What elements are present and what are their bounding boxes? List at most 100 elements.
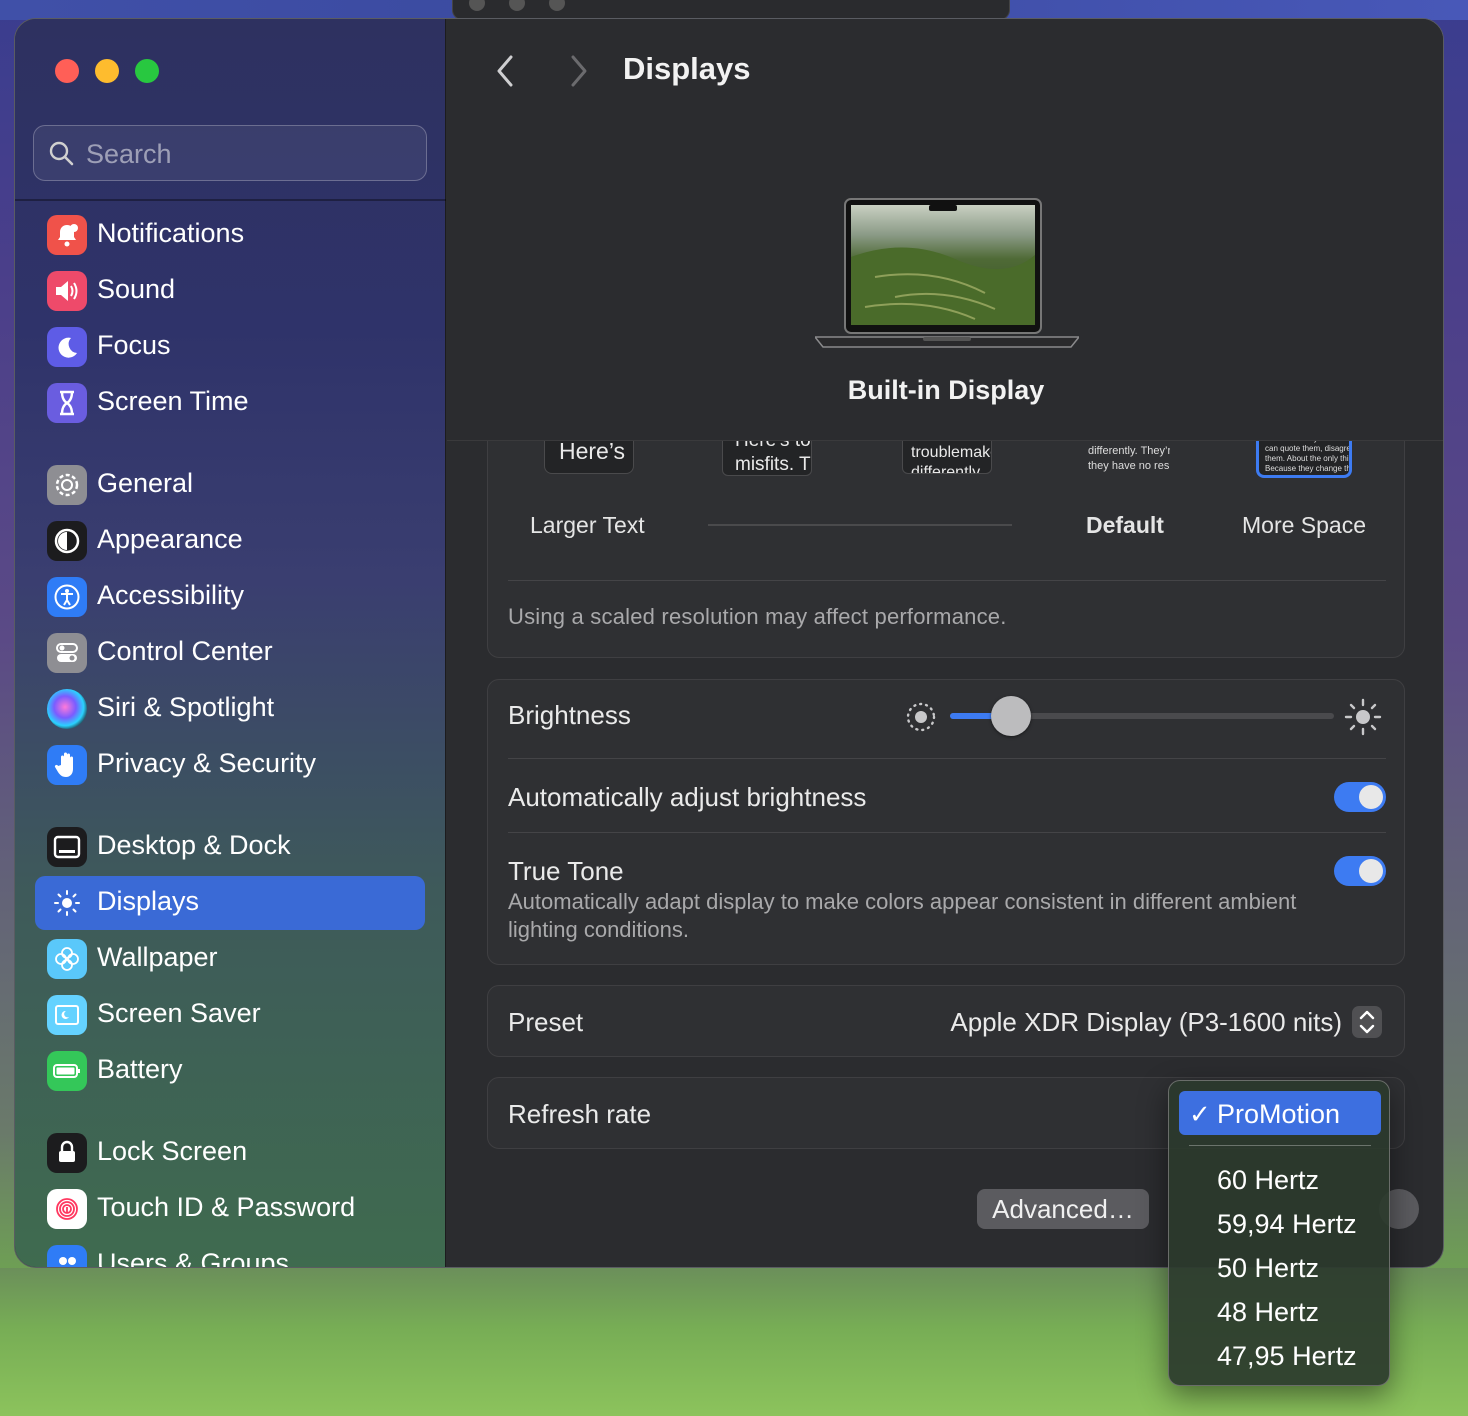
sidebar-item-label: Screen Saver — [97, 998, 261, 1028]
sidebar-item-label: Control Center — [97, 636, 273, 666]
refresh-rate-label: Refresh rate — [508, 1099, 652, 1129]
preset-popup-button[interactable] — [1352, 1006, 1382, 1038]
sidebar: Notifications Sound Focus Screen Time — [15, 19, 446, 1267]
advanced-button[interactable]: Advanced… — [977, 1189, 1149, 1229]
menu-item-50-hertz[interactable]: 50 Hertz — [1179, 1245, 1381, 1289]
brightness-label: Brightness — [508, 700, 631, 730]
menu-item-47-95-hertz[interactable]: 47,95 Hertz — [1179, 1333, 1381, 1377]
bg-window-button — [549, 0, 565, 11]
menu-item-promotion[interactable]: ✓ ProMotion — [1179, 1091, 1381, 1135]
row-divider — [508, 758, 1386, 759]
menu-item-label: 50 Hertz — [1217, 1253, 1320, 1283]
sun-small-icon — [906, 702, 936, 732]
minimize-window-button[interactable] — [95, 59, 119, 83]
background-window — [452, 0, 1010, 20]
search-icon — [49, 141, 74, 166]
sidebar-item-control-center[interactable]: Control Center — [35, 626, 425, 680]
sidebar-item-screen-saver[interactable]: Screen Saver — [35, 988, 425, 1042]
display-name: Built-in Display — [847, 375, 1045, 405]
sidebar-item-label: Wallpaper — [97, 942, 218, 972]
hand-icon — [47, 745, 87, 785]
screen-saver-icon — [47, 995, 87, 1035]
sidebar-item-label: Touch ID & Password — [97, 1192, 356, 1222]
auto-brightness-label: Automatically adjust brightness — [508, 782, 867, 812]
panel-divider — [508, 580, 1386, 581]
row-divider — [508, 832, 1386, 833]
sidebar-divider — [15, 199, 446, 201]
sidebar-item-siri-spotlight[interactable]: Siri & Spotlight — [35, 682, 425, 736]
laptop-display-image[interactable] — [815, 197, 1079, 353]
resolution-preview-text: Here’s — [559, 438, 626, 464]
hourglass-icon — [47, 383, 87, 423]
siri-icon — [47, 689, 87, 729]
sidebar-item-desktop-dock[interactable]: Desktop & Dock — [35, 820, 425, 874]
zoom-window-button[interactable] — [135, 59, 159, 83]
menu-item-59-94-hertz[interactable]: 59,94 Hertz — [1179, 1201, 1381, 1245]
sidebar-item-label: Focus — [97, 330, 171, 360]
sidebar-item-label: Lock Screen — [97, 1136, 248, 1166]
brightness-panel: Brightness Automatically adjust brightne… — [487, 679, 1405, 965]
sidebar-item-touch-id[interactable]: Touch ID & Password — [35, 1182, 425, 1236]
preset-label: Preset — [508, 1007, 584, 1037]
sidebar-item-label: Sound — [97, 274, 176, 304]
sidebar-item-screen-time[interactable]: Screen Time — [35, 376, 425, 430]
speaker-icon — [47, 271, 87, 311]
true-tone-toggle[interactable] — [1334, 856, 1386, 886]
sidebar-item-label: Accessibility — [97, 580, 245, 610]
battery-icon — [47, 1051, 87, 1091]
lock-icon — [47, 1133, 87, 1173]
preset-value[interactable]: Apple XDR Display (P3-1600 nits) — [950, 1007, 1342, 1038]
sidebar-item-label: Screen Time — [97, 386, 249, 416]
brightness-slider-knob[interactable] — [991, 696, 1031, 736]
moon-icon — [47, 327, 87, 367]
page-title: Displays — [623, 51, 751, 86]
menu-item-label: 59,94 Hertz — [1217, 1209, 1357, 1239]
true-tone-description: Automatically adapt display to make colo… — [508, 889, 1297, 942]
menu-separator — [1189, 1145, 1371, 1146]
refresh-rate-menu: ✓ ProMotion 60 Hertz 59,94 Hertz 50 Hert… — [1168, 1080, 1390, 1386]
auto-brightness-toggle[interactable] — [1334, 782, 1386, 812]
header: Displays Built-in Display — [447, 19, 1443, 441]
sidebar-item-focus[interactable]: Focus — [35, 320, 425, 374]
bg-window-button — [509, 0, 525, 11]
true-tone-label: True Tone — [508, 856, 624, 886]
sidebar-item-sound[interactable]: Sound — [35, 264, 425, 318]
sidebar-item-label: General — [97, 468, 194, 498]
menu-item-48-hertz[interactable]: 48 Hertz — [1179, 1289, 1381, 1333]
users-icon — [47, 1245, 87, 1267]
sidebar-item-battery[interactable]: Battery — [35, 1044, 425, 1098]
menu-item-60-hertz[interactable]: 60 Hertz — [1179, 1157, 1381, 1201]
search-field[interactable] — [33, 125, 427, 181]
sun-large-icon — [1344, 698, 1382, 736]
search-input[interactable] — [86, 134, 416, 174]
checkmark-icon: ✓ — [1189, 1099, 1211, 1129]
sidebar-item-general[interactable]: General — [35, 458, 425, 512]
appearance-icon — [47, 521, 87, 561]
sidebar-item-label: Battery — [97, 1054, 183, 1084]
sidebar-item-displays[interactable]: Displays — [35, 876, 425, 930]
menu-item-label: 60 Hertz — [1217, 1165, 1320, 1195]
sidebar-item-appearance[interactable]: Appearance — [35, 514, 425, 568]
brightness-slider[interactable] — [950, 696, 1334, 736]
forward-chevron-icon[interactable] — [563, 53, 593, 89]
sidebar-item-accessibility[interactable]: Accessibility — [35, 570, 425, 624]
dock-icon — [47, 827, 87, 867]
sidebar-item-lock-screen[interactable]: Lock Screen — [35, 1126, 425, 1180]
bg-window-button — [469, 0, 485, 11]
resolution-panel: Here’s Larger Text Here’s to the crazy o… — [487, 414, 1405, 658]
sidebar-item-label: Users & Groups — [97, 1248, 290, 1268]
resolution-label-more-space: More Space — [1242, 512, 1367, 538]
back-chevron-icon[interactable] — [491, 53, 521, 89]
menu-item-label: ProMotion — [1217, 1099, 1341, 1129]
fingerprint-icon — [47, 1189, 87, 1229]
sidebar-item-label: Siri & Spotlight — [97, 692, 275, 722]
chevron-updown-icon — [1359, 1010, 1375, 1034]
sidebar-item-label: Privacy & Security — [97, 748, 317, 778]
menu-item-label: 48 Hertz — [1217, 1297, 1320, 1327]
close-window-button[interactable] — [55, 59, 79, 83]
resolution-note: Using a scaled resolution may affect per… — [508, 604, 1007, 629]
sidebar-item-privacy-security[interactable]: Privacy & Security — [35, 738, 425, 792]
sidebar-item-users-groups[interactable]: Users & Groups — [35, 1238, 425, 1268]
sidebar-item-wallpaper[interactable]: Wallpaper — [35, 932, 425, 986]
sidebar-item-notifications[interactable]: Notifications — [35, 208, 425, 262]
